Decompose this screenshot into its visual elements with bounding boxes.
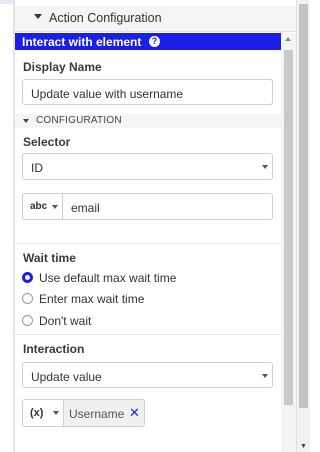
variable-type-label: (x) [30,407,44,419]
selector-type-value: ID [31,161,43,175]
scroll-up-icon[interactable] [285,37,291,41]
outer-scrollbar[interactable]: ▼ [296,0,310,452]
interaction-label: Interaction [23,342,85,356]
help-icon[interactable]: ? [149,36,160,47]
chevron-down-icon [53,411,59,415]
radio-dont-wait-label: Don't wait [39,314,92,328]
configuration-section-label: CONFIGURATION [36,115,122,126]
scroll-thumb[interactable] [284,50,293,405]
remove-icon[interactable]: ✕ [129,405,140,421]
selector-value: email [71,201,100,215]
variable-name: Username [69,407,125,421]
configuration-section-header[interactable]: CONFIGURATION [15,114,281,128]
radio-selected-icon[interactable] [22,272,33,283]
action-configuration-title: Action Configuration [49,11,162,25]
display-name-input[interactable]: Update value with username [22,79,273,105]
chevron-down-icon [262,165,268,169]
radio-default-wait-label: Use default max wait time [39,271,177,285]
display-name-label: Display Name [23,60,102,74]
radio-max-wait[interactable]: Enter max wait time [22,292,272,308]
interaction-dropdown[interactable]: Update value [22,362,273,388]
display-name-value: Update value with username [31,87,184,101]
divider [15,334,281,335]
divider [15,243,281,244]
variable-type-dropdown[interactable]: (x) [22,399,64,427]
interaction-value: Update value [31,370,102,384]
scroll-thumb[interactable] [299,4,308,408]
interact-with-element-title: Interact with element [22,35,142,49]
chevron-down-icon [52,205,58,209]
variable-chip-username[interactable]: Username ✕ [64,399,145,427]
inner-scrollbar[interactable] [281,33,296,452]
caret-down-icon[interactable] [23,119,29,123]
input-type-dropdown[interactable]: abc [22,193,63,220]
action-configuration-header[interactable]: Action Configuration [15,6,296,32]
input-type-label: abc [30,201,48,212]
radio-unselected-icon[interactable] [22,315,33,326]
caret-down-icon[interactable] [34,14,42,19]
radio-default-wait[interactable]: Use default max wait time [22,271,272,287]
chevron-down-icon [262,374,268,378]
selector-type-dropdown[interactable]: ID [22,153,273,180]
selector-value-input[interactable]: abc email [22,193,273,220]
interact-with-element-header: Interact with element ? [15,33,281,50]
selector-label: Selector [23,135,71,149]
wait-time-label: Wait time [23,251,76,265]
radio-dont-wait[interactable]: Don't wait [22,314,272,330]
radio-unselected-icon[interactable] [22,293,33,304]
radio-max-wait-label: Enter max wait time [39,292,145,306]
scroll-down-icon[interactable]: ▼ [300,443,307,450]
